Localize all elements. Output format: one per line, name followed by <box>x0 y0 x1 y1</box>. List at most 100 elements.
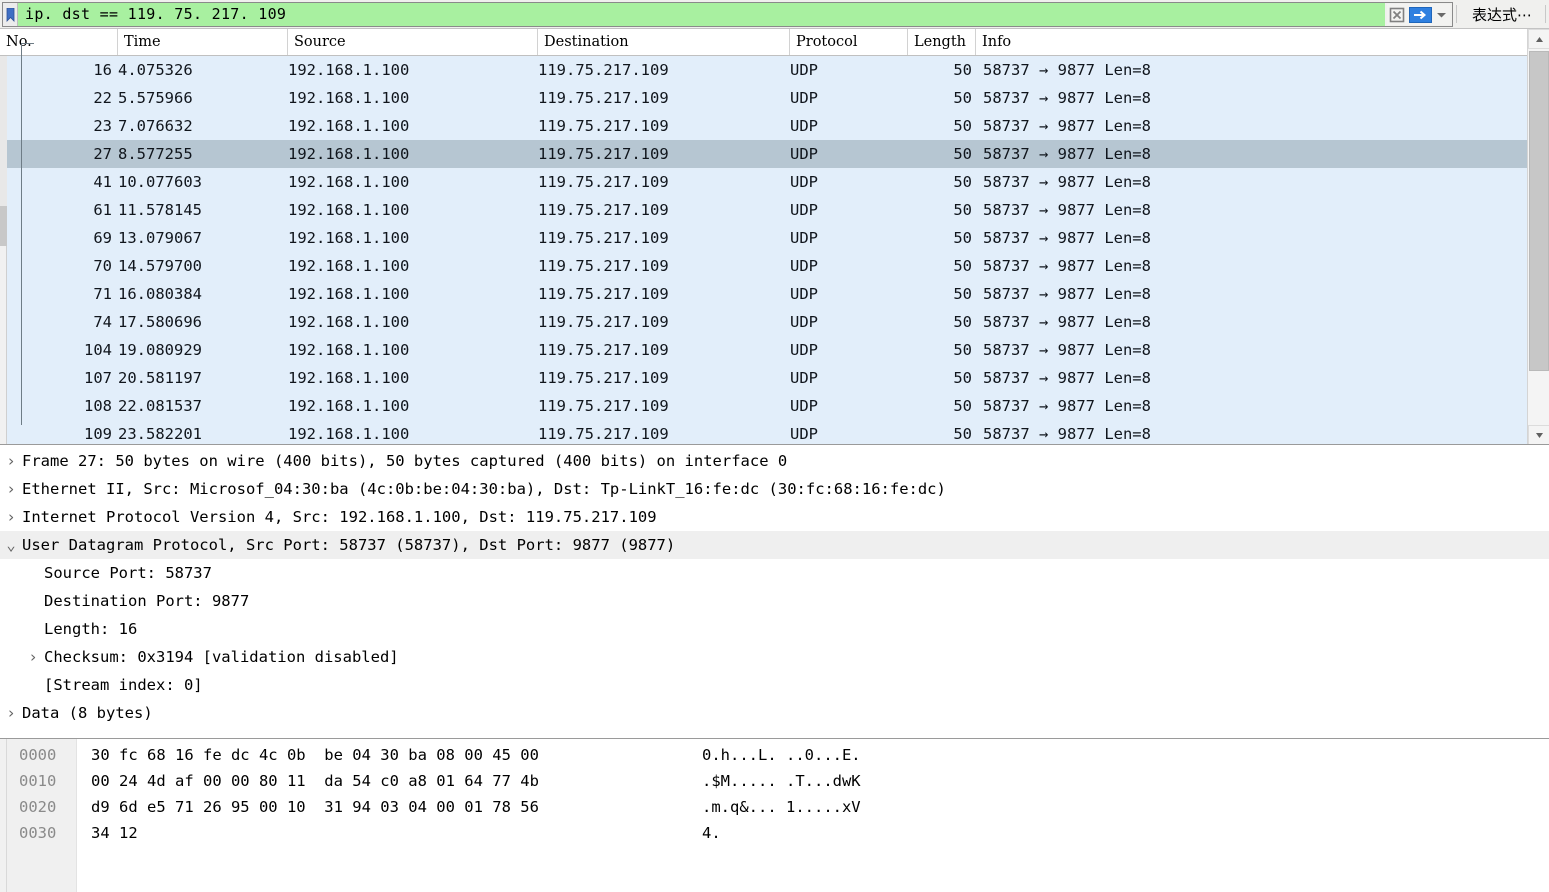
cell-time: 10.077603 <box>118 173 202 191</box>
table-row[interactable]: 27 8.577255 192.168.1.100 119.75.217.109 UDP… <box>0 140 1549 168</box>
cell-source: 192.168.1.100 <box>288 397 410 415</box>
detail-label: Frame 27: 50 bytes on wire (400 bits), 5… <box>22 452 788 470</box>
cell-length: 50 <box>953 313 972 331</box>
detail-source-port[interactable]: Source Port: 58737 <box>0 559 1549 587</box>
cell-info: 58737 → 9877 Len=8 <box>983 257 1151 275</box>
hex-row[interactable]: 0030 34 12 4. <box>0 820 1549 846</box>
cell-destination: 119.75.217.109 <box>538 369 669 387</box>
cell-time: 11.578145 <box>118 201 202 219</box>
column-source[interactable]: Source <box>288 29 538 55</box>
hex-row[interactable]: 0010 00 24 4d af 00 00 80 11 da 54 c0 a8 … <box>0 768 1549 794</box>
column-destination[interactable]: Destination <box>538 29 790 55</box>
hex-ascii: 4. <box>702 824 721 842</box>
apply-filter-icon[interactable] <box>1407 4 1433 25</box>
cell-length: 50 <box>953 173 972 191</box>
cell-time: 22.081537 <box>118 397 202 415</box>
cell-time: 13.079067 <box>118 229 202 247</box>
detail-frame[interactable]: › Frame 27: 50 bytes on wire (400 bits), … <box>0 447 1549 475</box>
chevron-right-icon[interactable]: › <box>0 508 22 526</box>
cell-no: 61 <box>93 201 112 219</box>
column-length[interactable]: Length <box>908 29 976 55</box>
cell-destination: 119.75.217.109 <box>538 61 669 79</box>
cell-destination: 119.75.217.109 <box>538 117 669 135</box>
expression-button[interactable]: 表达式⋯ <box>1459 0 1542 28</box>
cell-time: 8.577255 <box>118 145 193 163</box>
clear-filter-icon[interactable] <box>1386 4 1408 25</box>
filter-dropdown-icon[interactable] <box>1432 4 1450 25</box>
cell-info: 58737 → 9877 Len=8 <box>983 425 1151 443</box>
cell-time: 19.080929 <box>118 341 202 359</box>
scroll-down-button[interactable] <box>1528 425 1549 444</box>
detail-data[interactable]: › Data (8 bytes) <box>0 699 1549 727</box>
cell-length: 50 <box>953 257 972 275</box>
detail-checksum[interactable]: › Checksum: 0x3194 [validation disabled] <box>0 643 1549 671</box>
display-filter-input[interactable]: ip. dst == 119. 75. 217. 109 <box>2 2 1385 27</box>
cell-destination: 119.75.217.109 <box>538 257 669 275</box>
cell-source: 192.168.1.100 <box>288 145 410 163</box>
cell-length: 50 <box>953 229 972 247</box>
cell-destination: 119.75.217.109 <box>538 341 669 359</box>
table-row[interactable]: 41 10.077603 192.168.1.100 119.75.217.109 UD… <box>0 168 1549 196</box>
cell-source: 192.168.1.100 <box>288 173 410 191</box>
cell-length: 50 <box>953 145 972 163</box>
cell-no: 27 <box>93 145 112 163</box>
table-row[interactable]: 70 14.579700 192.168.1.100 119.75.217.109 UD… <box>0 252 1549 280</box>
chevron-right-icon[interactable]: › <box>0 452 22 470</box>
table-row[interactable]: 71 16.080384 192.168.1.100 119.75.217.109 UD… <box>0 280 1549 308</box>
chevron-down-icon[interactable]: ⌄ <box>0 536 22 554</box>
packet-list-left-scrollbar[interactable] <box>0 56 7 444</box>
table-row[interactable]: 109 23.582201 192.168.1.100 119.75.217.109 U… <box>0 420 1549 444</box>
table-row[interactable]: 108 22.081537 192.168.1.100 119.75.217.109 U… <box>0 392 1549 420</box>
display-filter-text[interactable]: ip. dst == 119. 75. 217. 109 <box>18 3 1385 26</box>
table-row[interactable]: 104 19.080929 192.168.1.100 119.75.217.109 U… <box>0 336 1549 364</box>
table-row[interactable]: 61 11.578145 192.168.1.100 119.75.217.109 UD… <box>0 196 1549 224</box>
column-no[interactable]: No. <box>0 29 118 55</box>
detail-ipv4[interactable]: › Internet Protocol Version 4, Src: 192.1… <box>0 503 1549 531</box>
cell-protocol: UDP <box>790 313 818 331</box>
cell-length: 50 <box>953 61 972 79</box>
scrollbar-thumb[interactable] <box>1529 51 1549 371</box>
column-info[interactable]: Info <box>976 29 1549 55</box>
table-row[interactable]: 69 13.079067 192.168.1.100 119.75.217.109 UD… <box>0 224 1549 252</box>
cell-source: 192.168.1.100 <box>288 257 410 275</box>
detail-udp[interactable]: ⌄ User Datagram Protocol, Src Port: 58737… <box>0 531 1549 559</box>
table-row[interactable]: 74 17.580696 192.168.1.100 119.75.217.109 UD… <box>0 308 1549 336</box>
chevron-right-icon[interactable]: › <box>0 480 22 498</box>
scroll-up-button[interactable] <box>1528 29 1549 49</box>
cell-source: 192.168.1.100 <box>288 201 410 219</box>
detail-ethernet[interactable]: › Ethernet II, Src: Microsof_04:30:ba (4c… <box>0 475 1549 503</box>
cell-info: 58737 → 9877 Len=8 <box>983 229 1151 247</box>
cell-no: 23 <box>93 117 112 135</box>
packet-details-pane: › Frame 27: 50 bytes on wire (400 bits), … <box>0 445 1549 739</box>
cell-source: 192.168.1.100 <box>288 117 410 135</box>
hex-ascii: .m.q&... 1.....xV <box>702 798 861 816</box>
hex-offset: 0010 <box>19 772 57 790</box>
cell-info: 58737 → 9877 Len=8 <box>983 117 1151 135</box>
detail-stream-index[interactable]: [Stream index: 0] <box>0 671 1549 699</box>
chevron-right-icon[interactable]: › <box>0 704 22 722</box>
cell-no: 22 <box>93 89 112 107</box>
cell-source: 192.168.1.100 <box>288 229 410 247</box>
table-row[interactable]: 107 20.581197 192.168.1.100 119.75.217.109 U… <box>0 364 1549 392</box>
column-time[interactable]: Time <box>118 29 288 55</box>
cell-protocol: UDP <box>790 229 818 247</box>
bookmark-icon[interactable] <box>3 3 18 26</box>
hex-row[interactable]: 0020 d9 6d e5 71 26 95 00 10 31 94 03 04 … <box>0 794 1549 820</box>
table-row[interactable]: 22 5.575966 192.168.1.100 119.75.217.109 UDP… <box>0 84 1549 112</box>
detail-length[interactable]: Length: 16 <box>0 615 1549 643</box>
detail-label: Destination Port: 9877 <box>44 592 250 610</box>
hex-row[interactable]: 0000 30 fc 68 16 fe dc 4c 0b be 04 30 ba … <box>0 742 1549 768</box>
cell-source: 192.168.1.100 <box>288 341 410 359</box>
cell-no: 16 <box>93 61 112 79</box>
cell-source: 192.168.1.100 <box>288 425 410 443</box>
packet-list-vertical-scrollbar[interactable] <box>1527 29 1549 444</box>
cell-time: 7.076632 <box>118 117 193 135</box>
table-row[interactable]: 16 4.075326 192.168.1.100 119.75.217.109 UDP… <box>0 56 1549 84</box>
column-protocol[interactable]: Protocol <box>790 29 908 55</box>
detail-destination-port[interactable]: Destination Port: 9877 <box>0 587 1549 615</box>
chevron-right-icon[interactable]: › <box>22 648 44 666</box>
table-row[interactable]: 23 7.076632 192.168.1.100 119.75.217.109 UDP… <box>0 112 1549 140</box>
cell-length: 50 <box>953 425 972 443</box>
packet-bytes-pane: 0000 30 fc 68 16 fe dc 4c 0b be 04 30 ba … <box>0 739 1549 892</box>
cell-length: 50 <box>953 285 972 303</box>
